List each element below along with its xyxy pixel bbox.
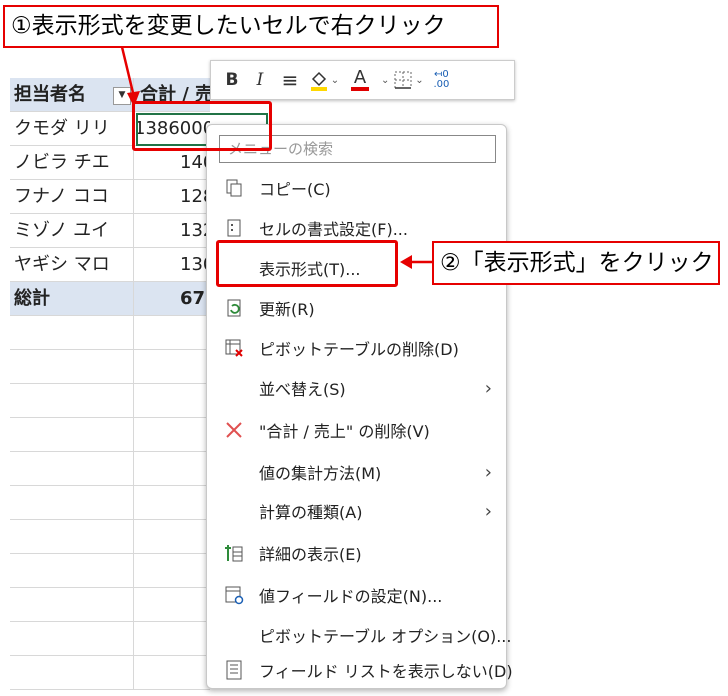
total-label[interactable]: 総計: [10, 282, 134, 315]
value-cell[interactable]: 132: [134, 214, 210, 247]
field-settings-icon: [223, 584, 245, 606]
name-cell[interactable]: ヤギシ マロ: [10, 248, 134, 281]
context-menu: メニューの検索 コピー(C) セルの書式設定(F)... 表示形式(T)... …: [206, 124, 513, 690]
name-cell[interactable]: フナノ ココ: [10, 180, 134, 213]
callout-step1-arrow: [120, 46, 140, 107]
total-value[interactable]: 676: [134, 282, 210, 315]
chevron-down-icon[interactable]: ⌄: [331, 75, 339, 86]
font-color-icon: A: [353, 67, 367, 88]
fill-color-button[interactable]: ⌄: [307, 66, 341, 94]
menu-item-summarize-by[interactable]: 値の集計方法(M) ›: [207, 452, 506, 492]
table-row: ヤギシ マロ 130: [10, 248, 210, 282]
table-row: フナノ ココ 128: [10, 180, 210, 214]
menu-item-remove-field[interactable]: "合計 / 売上" の削除(V): [207, 410, 506, 450]
delete-pivot-icon: [223, 337, 245, 359]
italic-button[interactable]: I: [247, 66, 273, 94]
align-button[interactable]: ≡: [275, 66, 305, 94]
empty-row: [10, 520, 210, 554]
menu-item-hide-field-list[interactable]: フィールド リストを表示しない(D): [207, 650, 513, 690]
table-row: ミゾノ ユイ 132: [10, 214, 210, 248]
show-details-icon: [223, 542, 245, 564]
menu-item-delete-pivot[interactable]: ピボットテーブルの削除(D): [207, 328, 506, 368]
empty-row: [10, 656, 210, 690]
empty-cell[interactable]: [10, 486, 134, 519]
menu-item-sort[interactable]: 並べ替え(S) ›: [207, 368, 506, 408]
menu-item-value-field-settings[interactable]: 値フィールドの設定(N)...: [207, 575, 506, 615]
copy-icon: [223, 177, 245, 199]
name-cell[interactable]: ノビラ チエ: [10, 146, 134, 179]
empty-row: [10, 588, 210, 622]
menu-item-highlight: [216, 240, 398, 287]
chevron-down-icon[interactable]: ⌄: [381, 75, 389, 86]
empty-cell[interactable]: [10, 554, 134, 587]
table-row: ノビラ チエ 140: [10, 146, 210, 180]
menu-item-show-values-as[interactable]: 計算の種類(A) ›: [207, 491, 506, 531]
name-cell[interactable]: クモダ リリ: [10, 112, 134, 145]
paint-bucket-icon: [310, 71, 327, 91]
empty-cell[interactable]: [10, 316, 134, 349]
empty-cell[interactable]: [10, 418, 134, 451]
empty-row: [10, 486, 210, 520]
empty-cell[interactable]: [10, 656, 134, 689]
empty-row: [10, 622, 210, 656]
empty-cell[interactable]: [10, 350, 134, 383]
font-color-bar: [351, 87, 369, 91]
empty-row: [10, 350, 210, 384]
menu-item-copy[interactable]: コピー(C): [207, 168, 506, 208]
empty-cell[interactable]: [10, 622, 134, 655]
chevron-right-icon: ›: [484, 377, 492, 399]
empty-row: [10, 384, 210, 418]
name-cell[interactable]: ミゾノ ユイ: [10, 214, 134, 247]
remove-x-icon: [223, 419, 245, 441]
mini-toolbar: B I ≡ ⌄ A ⌄ ⌄ ↤0 .00: [210, 60, 515, 100]
chevron-right-icon: ›: [484, 461, 492, 483]
empty-row: [10, 418, 210, 452]
target-cell-highlight: [132, 101, 272, 151]
borders-button[interactable]: ⌄: [391, 66, 425, 94]
header-tantousha[interactable]: 担当者名 ▼: [10, 78, 134, 111]
menu-item-refresh[interactable]: 更新(R): [207, 288, 506, 328]
increase-decimal-button[interactable]: ↤0 .00: [427, 66, 455, 94]
chevron-down-icon[interactable]: ⌄: [415, 75, 423, 86]
callout-step2-arrow: [400, 255, 432, 269]
callout-step1: ①表示形式を変更したいセルで右クリック: [3, 5, 499, 48]
format-cells-icon: [223, 217, 245, 239]
callout-step2: ②「表示形式」をクリック: [432, 241, 720, 285]
empty-row: [10, 316, 210, 350]
chevron-right-icon: ›: [484, 500, 492, 522]
font-color-button[interactable]: A: [343, 66, 377, 94]
empty-row: [10, 554, 210, 588]
menu-item-show-details[interactable]: 詳細の表示(E): [207, 533, 506, 573]
menu-item-pivot-options[interactable]: ピボットテーブル オプション(O)...: [207, 615, 511, 655]
empty-cell[interactable]: [10, 520, 134, 553]
empty-cell[interactable]: [10, 452, 134, 485]
borders-icon: [394, 71, 412, 89]
empty-row: [10, 452, 210, 486]
field-list-icon: [223, 659, 245, 681]
refresh-icon: [223, 297, 245, 319]
value-cell[interactable]: 130: [134, 248, 210, 281]
empty-cell[interactable]: [10, 588, 134, 621]
value-cell[interactable]: 128: [134, 180, 210, 213]
spreadsheet: 担当者名 ▼ 合計 / 売 クモダ リリ 1386000 ノビラ チエ 140 …: [0, 70, 210, 696]
total-row: 総計 676: [10, 282, 210, 316]
empty-cell[interactable]: [10, 384, 134, 417]
bold-button[interactable]: B: [219, 66, 245, 94]
